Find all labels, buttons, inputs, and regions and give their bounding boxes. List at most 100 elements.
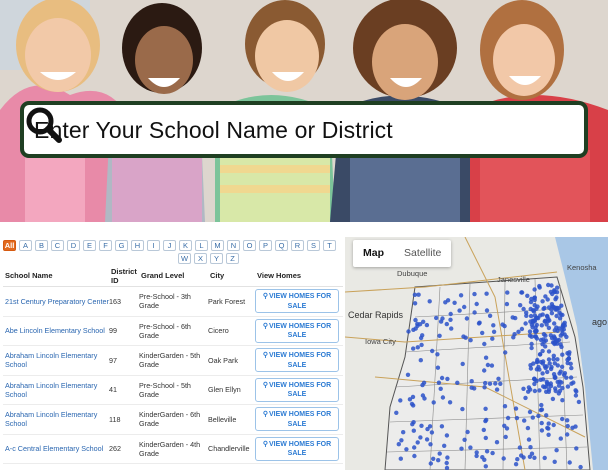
table-header: School Name District ID Grand Level City… [3, 265, 343, 287]
search-icon[interactable] [24, 105, 64, 145]
letter-button-e[interactable]: E [83, 240, 96, 251]
view-homes-label: VIEW HOMES FOR SALE [268, 322, 332, 340]
letter-button-o[interactable]: O [243, 240, 256, 251]
school-name-link[interactable]: A-c Central Elementary School [5, 444, 103, 453]
letter-button-p[interactable]: P [259, 240, 272, 251]
header-school-name[interactable]: School Name [3, 271, 109, 280]
school-marker [527, 329, 533, 334]
school-marker [539, 420, 544, 426]
school-marker [503, 350, 508, 355]
letter-button-b[interactable]: B [35, 240, 48, 251]
map-tab-satellite[interactable]: Satellite [394, 240, 451, 267]
letter-button-i[interactable]: I [147, 240, 160, 251]
search-icon: ⚲ [262, 381, 268, 389]
schools-map[interactable]: Map Satellite Janesville Kenosha Dubuque… [345, 237, 608, 470]
letter-button-r[interactable]: R [291, 240, 304, 251]
letter-button-x[interactable]: X [194, 253, 207, 264]
school-marker [468, 445, 473, 450]
view-homes-button[interactable]: ⚲VIEW HOMES FOR SALE [255, 318, 339, 343]
school-marker [546, 389, 551, 394]
school-marker [445, 455, 450, 460]
view-homes-button[interactable]: ⚲VIEW HOMES FOR SALE [255, 436, 339, 461]
place-chicago: ago [592, 317, 608, 327]
table-row: 21st Century Preparatory Center 163 Pre-Sc… [3, 287, 343, 317]
school-marker [445, 376, 450, 382]
letter-button-c[interactable]: C [51, 240, 64, 251]
school-marker [460, 361, 465, 367]
letter-button-t[interactable]: T [323, 240, 336, 251]
school-marker [544, 322, 549, 327]
search-input[interactable]: Enter Your School Name or District [34, 117, 393, 144]
header-grand-level[interactable]: Grand Level [139, 271, 208, 280]
school-marker [565, 423, 570, 429]
school-marker [513, 462, 519, 467]
school-marker [570, 425, 575, 430]
letter-button-f[interactable]: F [99, 240, 112, 251]
letter-button-k[interactable]: K [179, 240, 192, 251]
school-marker [502, 404, 508, 409]
view-homes-button[interactable]: ⚲VIEW HOMES FOR SALE [255, 377, 339, 402]
header-district-id[interactable]: District ID [109, 267, 139, 285]
school-marker [435, 365, 441, 370]
school-marker [483, 406, 488, 411]
view-homes-button[interactable]: ⚲VIEW HOMES FOR SALE [255, 348, 339, 373]
school-marker [568, 361, 573, 366]
school-marker [447, 400, 453, 405]
school-marker [569, 365, 574, 371]
view-homes-button[interactable]: ⚲VIEW HOMES FOR SALE [255, 407, 339, 432]
school-marker [468, 338, 473, 343]
school-marker [562, 323, 567, 328]
school-name-link[interactable]: 21st Century Preparatory Center [5, 297, 109, 306]
view-homes-button[interactable]: ⚲VIEW HOMES FOR SALE [255, 289, 339, 314]
school-marker [555, 357, 560, 362]
school-marker [560, 398, 565, 403]
letter-button-g[interactable]: G [115, 240, 128, 251]
table-body: 21st Century Preparatory Center 163 Pre-Sc… [3, 287, 343, 464]
school-marker [574, 446, 579, 451]
place-kenosha: Kenosha [567, 263, 597, 272]
school-name-link[interactable]: Abraham Lincoln Elementary School [5, 381, 97, 399]
school-marker [413, 326, 418, 331]
letter-button-h[interactable]: H [131, 240, 144, 251]
school-marker [504, 426, 510, 431]
school-name-link[interactable]: Abraham Lincoln Elementary School [5, 410, 97, 428]
letter-button-y[interactable]: Y [210, 253, 223, 264]
school-marker [398, 456, 403, 461]
letter-button-n[interactable]: N [227, 240, 240, 251]
letter-button-s[interactable]: S [307, 240, 320, 251]
hero-banner: Enter Your School Name or District [0, 0, 608, 222]
school-marker [521, 386, 526, 391]
map-tab-map[interactable]: Map [353, 240, 394, 267]
letter-all-button[interactable]: All [3, 240, 16, 251]
school-marker [546, 426, 551, 431]
school-marker [549, 302, 555, 307]
letter-button-z[interactable]: Z [226, 253, 239, 264]
letter-button-a[interactable]: A [19, 240, 32, 251]
school-marker [539, 428, 545, 433]
school-marker [487, 381, 493, 386]
school-marker [474, 301, 479, 307]
place-iowa-city: Iowa City [365, 337, 396, 346]
table-row: A-c Central Elementary School 262 KinderGa… [3, 435, 343, 464]
letter-button-m[interactable]: M [211, 240, 224, 251]
school-marker [469, 385, 474, 390]
letter-button-j[interactable]: J [163, 240, 176, 251]
school-marker [420, 382, 425, 388]
letter-button-d[interactable]: D [67, 240, 80, 251]
school-name-link[interactable]: Abraham Lincoln Elementary School [5, 351, 97, 369]
school-marker [444, 433, 450, 438]
header-city[interactable]: City [208, 271, 255, 280]
letter-button-l[interactable]: L [195, 240, 208, 251]
school-marker [565, 384, 571, 389]
school-search-box[interactable]: Enter Your School Name or District [20, 101, 588, 158]
school-marker [518, 303, 523, 308]
school-marker [541, 306, 546, 311]
letter-button-q[interactable]: Q [275, 240, 288, 251]
school-marker [517, 445, 523, 450]
school-marker [528, 366, 534, 371]
school-marker [514, 415, 520, 421]
school-marker [413, 317, 418, 323]
letter-button-w[interactable]: W [178, 253, 191, 264]
view-homes-label: VIEW HOMES FOR SALE [268, 411, 332, 428]
school-name-link[interactable]: Abe Lincoln Elementary School [5, 326, 105, 335]
